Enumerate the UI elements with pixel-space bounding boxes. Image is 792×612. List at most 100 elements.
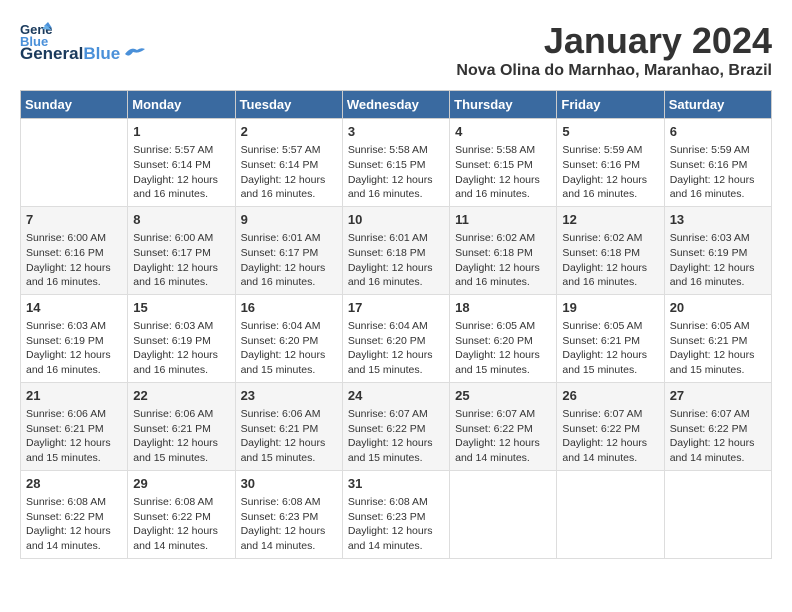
day-info: Sunrise: 6:05 AM Sunset: 6:21 PM Dayligh… [670,319,766,378]
calendar-cell: 29 Sunrise: 6:08 AM Sunset: 6:22 PM Dayli… [128,470,235,558]
day-info: Sunrise: 6:04 AM Sunset: 6:20 PM Dayligh… [348,319,444,378]
day-info: Sunrise: 6:03 AM Sunset: 6:19 PM Dayligh… [670,231,766,290]
day-info: Sunrise: 6:08 AM Sunset: 6:23 PM Dayligh… [241,495,337,554]
day-info: Sunrise: 6:06 AM Sunset: 6:21 PM Dayligh… [26,407,122,466]
day-info: Sunrise: 6:05 AM Sunset: 6:20 PM Dayligh… [455,319,551,378]
calendar-cell: 11 Sunrise: 6:02 AM Sunset: 6:18 PM Dayli… [450,206,557,294]
day-number: 18 [455,299,551,317]
page-header: General Blue General Blue January 2024 N… [20,20,772,80]
calendar-cell: 19Sunrise: 6:05 AM Sunset: 6:21 PM Dayli… [557,294,664,382]
day-number: 20 [670,299,766,317]
calendar-cell: 9 Sunrise: 6:01 AM Sunset: 6:17 PM Daylig… [235,206,342,294]
day-info: Sunrise: 5:58 AM Sunset: 6:15 PM Dayligh… [348,143,444,202]
calendar-cell: 28Sunrise: 6:08 AM Sunset: 6:22 PM Dayli… [21,470,128,558]
calendar-cell: 18 Sunrise: 6:05 AM Sunset: 6:20 PM Dayli… [450,294,557,382]
logo-bird-icon [123,46,145,62]
calendar-cell: 1 Sunrise: 5:57 AM Sunset: 6:14 PM Daylig… [128,119,235,207]
calendar-cell: 24Sunrise: 6:07 AM Sunset: 6:22 PM Dayli… [342,382,449,470]
weekday-sunday: Sunday [21,91,128,119]
day-info: Sunrise: 6:03 AM Sunset: 6:19 PM Dayligh… [26,319,122,378]
day-number: 5 [562,123,658,141]
day-info: Sunrise: 6:00 AM Sunset: 6:16 PM Dayligh… [26,231,122,290]
day-info: Sunrise: 6:07 AM Sunset: 6:22 PM Dayligh… [455,407,551,466]
calendar-table: SundayMondayTuesdayWednesdayThursdayFrid… [20,90,772,559]
day-number: 9 [241,211,337,229]
calendar-cell: 14 Sunrise: 6:03 AM Sunset: 6:19 PM Dayli… [21,294,128,382]
calendar-cell: 12 Sunrise: 6:02 AM Sunset: 6:18 PM Dayli… [557,206,664,294]
day-number: 22 [133,387,229,405]
day-info: Sunrise: 5:57 AM Sunset: 6:14 PM Dayligh… [133,143,229,202]
calendar-cell [664,470,771,558]
title-block: January 2024 Nova Olina do Marnhao, Mara… [456,20,772,80]
day-number: 12 [562,211,658,229]
day-number: 30 [241,475,337,493]
day-info: Sunrise: 6:07 AM Sunset: 6:22 PM Dayligh… [348,407,444,466]
day-info: Sunrise: 6:06 AM Sunset: 6:21 PM Dayligh… [133,407,229,466]
day-info: Sunrise: 5:58 AM Sunset: 6:15 PM Dayligh… [455,143,551,202]
day-info: Sunrise: 6:01 AM Sunset: 6:18 PM Dayligh… [348,231,444,290]
day-number: 11 [455,211,551,229]
calendar-cell: 25 Sunrise: 6:07 AM Sunset: 6:22 PM Dayli… [450,382,557,470]
calendar-cell: 6 Sunrise: 5:59 AM Sunset: 6:16 PM Daylig… [664,119,771,207]
month-title: January 2024 [456,20,772,62]
day-number: 16 [241,299,337,317]
day-number: 25 [455,387,551,405]
calendar-cell: 20 Sunrise: 6:05 AM Sunset: 6:21 PM Dayli… [664,294,771,382]
calendar-cell [557,470,664,558]
calendar-cell: 22 Sunrise: 6:06 AM Sunset: 6:21 PM Dayli… [128,382,235,470]
calendar-cell [21,119,128,207]
calendar-cell: 8 Sunrise: 6:00 AM Sunset: 6:17 PM Daylig… [128,206,235,294]
day-number: 10 [348,211,444,229]
weekday-saturday: Saturday [664,91,771,119]
day-number: 26 [562,387,658,405]
day-info: Sunrise: 6:05 AM Sunset: 6:21 PM Dayligh… [562,319,658,378]
calendar-cell: 2 Sunrise: 5:57 AM Sunset: 6:14 PM Daylig… [235,119,342,207]
day-number: 7 [26,211,122,229]
day-info: Sunrise: 6:02 AM Sunset: 6:18 PM Dayligh… [562,231,658,290]
day-number: 4 [455,123,551,141]
day-number: 14 [26,299,122,317]
day-number: 27 [670,387,766,405]
day-number: 1 [133,123,229,141]
calendar-cell: 16 Sunrise: 6:04 AM Sunset: 6:20 PM Dayli… [235,294,342,382]
day-info: Sunrise: 6:04 AM Sunset: 6:20 PM Dayligh… [241,319,337,378]
week-row-1: 1 Sunrise: 5:57 AM Sunset: 6:14 PM Daylig… [21,119,772,207]
day-info: Sunrise: 6:08 AM Sunset: 6:22 PM Dayligh… [133,495,229,554]
calendar-cell: 13Sunrise: 6:03 AM Sunset: 6:19 PM Dayli… [664,206,771,294]
day-number: 23 [241,387,337,405]
location-title: Nova Olina do Marnhao, Maranhao, Brazil [456,62,772,80]
day-number: 17 [348,299,444,317]
weekday-tuesday: Tuesday [235,91,342,119]
day-number: 21 [26,387,122,405]
day-info: Sunrise: 6:06 AM Sunset: 6:21 PM Dayligh… [241,407,337,466]
day-number: 28 [26,475,122,493]
calendar-cell: 30 Sunrise: 6:08 AM Sunset: 6:23 PM Dayli… [235,470,342,558]
day-info: Sunrise: 6:01 AM Sunset: 6:17 PM Dayligh… [241,231,337,290]
week-row-2: 7 Sunrise: 6:00 AM Sunset: 6:16 PM Daylig… [21,206,772,294]
day-info: Sunrise: 6:07 AM Sunset: 6:22 PM Dayligh… [670,407,766,466]
calendar-cell: 17 Sunrise: 6:04 AM Sunset: 6:20 PM Dayli… [342,294,449,382]
day-number: 15 [133,299,229,317]
calendar-cell: 27 Sunrise: 6:07 AM Sunset: 6:22 PM Dayli… [664,382,771,470]
calendar-cell: 10 Sunrise: 6:01 AM Sunset: 6:18 PM Dayli… [342,206,449,294]
day-info: Sunrise: 6:08 AM Sunset: 6:23 PM Dayligh… [348,495,444,554]
day-number: 2 [241,123,337,141]
day-number: 8 [133,211,229,229]
day-number: 3 [348,123,444,141]
calendar-cell: 23 Sunrise: 6:06 AM Sunset: 6:21 PM Dayli… [235,382,342,470]
calendar-cell: 15 Sunrise: 6:03 AM Sunset: 6:19 PM Dayli… [128,294,235,382]
week-row-4: 21 Sunrise: 6:06 AM Sunset: 6:21 PM Dayli… [21,382,772,470]
calendar-cell: 21 Sunrise: 6:06 AM Sunset: 6:21 PM Dayli… [21,382,128,470]
calendar-cell: 3 Sunrise: 5:58 AM Sunset: 6:15 PM Daylig… [342,119,449,207]
day-info: Sunrise: 5:59 AM Sunset: 6:16 PM Dayligh… [670,143,766,202]
day-number: 6 [670,123,766,141]
day-number: 31 [348,475,444,493]
week-row-5: 28 Sunrise: 6:08 AM Sunset: 6:22 PM Dayli… [21,470,772,558]
day-info: Sunrise: 5:57 AM Sunset: 6:14 PM Dayligh… [241,143,337,202]
day-info: Sunrise: 6:03 AM Sunset: 6:19 PM Dayligh… [133,319,229,378]
logo-blue: Blue [83,44,120,64]
day-number: 29 [133,475,229,493]
day-info: Sunrise: 6:02 AM Sunset: 6:18 PM Dayligh… [455,231,551,290]
logo: General Blue General Blue [20,20,145,64]
day-info: Sunrise: 6:00 AM Sunset: 6:17 PM Dayligh… [133,231,229,290]
